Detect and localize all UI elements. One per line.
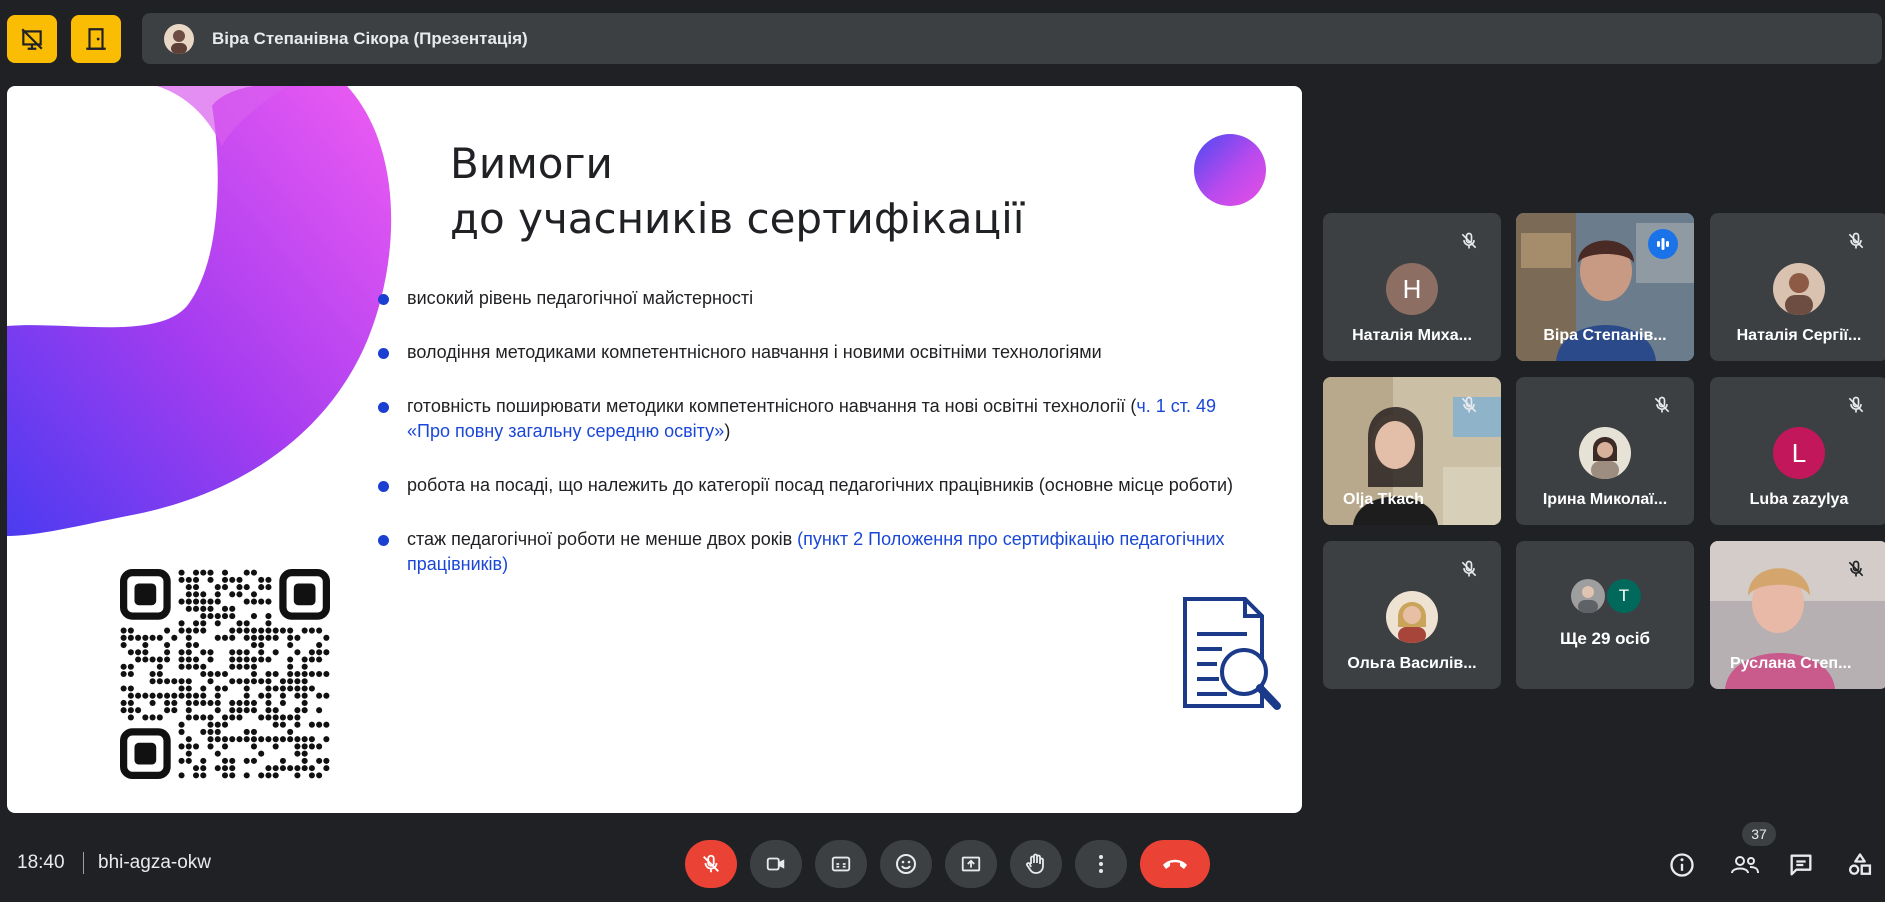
shapes-icon — [1848, 853, 1872, 875]
ribbon-graphic — [7, 86, 392, 536]
divider — [83, 852, 84, 874]
slide-title: Вимоги до учасників сертифікації — [450, 139, 1025, 243]
qr-code — [120, 569, 330, 779]
mic-off-icon — [1461, 396, 1477, 413]
participant-tile[interactable]: Olja Tkach — [1323, 377, 1501, 525]
meeting-code: bhi-agza-okw — [98, 852, 211, 873]
people-count-badge: 37 — [1742, 822, 1776, 846]
meeting-details-button[interactable] — [1667, 850, 1697, 880]
chat-button[interactable] — [1786, 850, 1816, 880]
participant-name: Olja Tkach — [1343, 491, 1424, 508]
presenter-title: Віра Степанівна Сікора (Презентація) — [212, 28, 528, 48]
people-icon — [1731, 856, 1759, 874]
participant-name: Luba zazylya — [1749, 491, 1849, 508]
captions-button[interactable] — [815, 840, 867, 888]
participant-tile[interactable]: Н Наталія Миха... — [1323, 213, 1501, 361]
participant-tile-active-speaker[interactable]: Віра Степанів... — [1516, 213, 1694, 361]
participant-name: Ольга Василів... — [1347, 655, 1477, 672]
avatar — [1773, 263, 1825, 315]
list-item: готовність поширювати методики компетент… — [374, 394, 1254, 444]
camera-toggle-button[interactable] — [750, 840, 802, 888]
closed-captions-icon — [831, 856, 851, 872]
mic-off-icon — [1461, 560, 1477, 577]
mic-off-icon — [1654, 396, 1670, 413]
requirements-list: високий рівень педагогічної майстерності… — [374, 286, 1254, 606]
mic-off-icon — [1461, 232, 1477, 249]
participant-name: Наталія Миха... — [1352, 327, 1472, 344]
more-participants-label: Ще 29 осіб — [1560, 629, 1650, 648]
mic-off-icon — [1848, 232, 1864, 249]
more-options-button[interactable] — [1075, 840, 1127, 888]
participant-tile[interactable]: Руслана Степ... — [1710, 541, 1885, 689]
companion-mode-button[interactable] — [71, 15, 121, 63]
participant-tile[interactable]: Ірина Миколаї... — [1516, 377, 1694, 525]
mic-off-icon — [703, 854, 719, 873]
raise-hand-button[interactable] — [1010, 840, 1062, 888]
avatar — [1571, 579, 1605, 613]
participant-tile[interactable]: Ольга Василів... — [1323, 541, 1501, 689]
more-vert-icon — [1099, 855, 1103, 873]
list-item: високий рівень педагогічної майстерності — [374, 286, 1254, 311]
participant-name: Ірина Миколаї... — [1542, 491, 1668, 508]
leave-call-button[interactable] — [1140, 840, 1210, 888]
avatar: T — [1607, 579, 1641, 613]
current-time: 18:40 — [17, 852, 65, 873]
more-participants-tile[interactable]: T Ще 29 осіб — [1516, 541, 1694, 689]
info-icon — [1670, 853, 1694, 877]
camera-icon — [766, 857, 785, 871]
mic-off-icon — [1848, 560, 1864, 577]
presentation-slide: Вимоги до учасників сертифікації високий… — [7, 86, 1302, 813]
end-call-icon — [1163, 859, 1187, 869]
people-button[interactable] — [1727, 850, 1763, 880]
emoji-icon — [896, 854, 916, 874]
presenter-avatar — [164, 23, 194, 54]
hand-icon — [1026, 853, 1044, 874]
mic-off-icon — [1848, 396, 1864, 413]
presentation-off-button[interactable] — [7, 15, 57, 63]
speaking-indicator-icon — [1648, 229, 1678, 259]
present-icon — [961, 856, 981, 872]
list-item: володіння методиками компетентнісного на… — [374, 340, 1254, 365]
participant-name: Наталія Сергії... — [1736, 327, 1862, 344]
present-screen-button[interactable] — [945, 840, 997, 888]
avatar — [1579, 427, 1631, 479]
participant-tile[interactable]: L Luba zazylya — [1710, 377, 1885, 525]
chat-icon — [1790, 854, 1812, 876]
avatar: Н — [1386, 263, 1438, 315]
list-item: робота на посаді, що належить до категор… — [374, 473, 1254, 498]
document-search-icon — [1183, 597, 1281, 710]
door-icon — [86, 28, 106, 50]
list-item: стаж педагогічної роботи не менше двох р… — [374, 527, 1254, 577]
activities-button[interactable] — [1845, 850, 1875, 880]
participant-tile[interactable]: Наталія Сергії... — [1710, 213, 1885, 361]
decorative-circle — [1194, 134, 1266, 206]
reactions-button[interactable] — [880, 840, 932, 888]
participant-name: Віра Степанів... — [1543, 327, 1667, 344]
avatar: L — [1773, 427, 1825, 479]
presenter-title-bar: Віра Степанівна Сікора (Презентація) — [142, 13, 1882, 64]
microphone-toggle-button[interactable] — [685, 840, 737, 888]
avatar — [1386, 591, 1438, 643]
no-slides-icon — [21, 28, 43, 50]
participant-name: Руслана Степ... — [1730, 655, 1852, 672]
